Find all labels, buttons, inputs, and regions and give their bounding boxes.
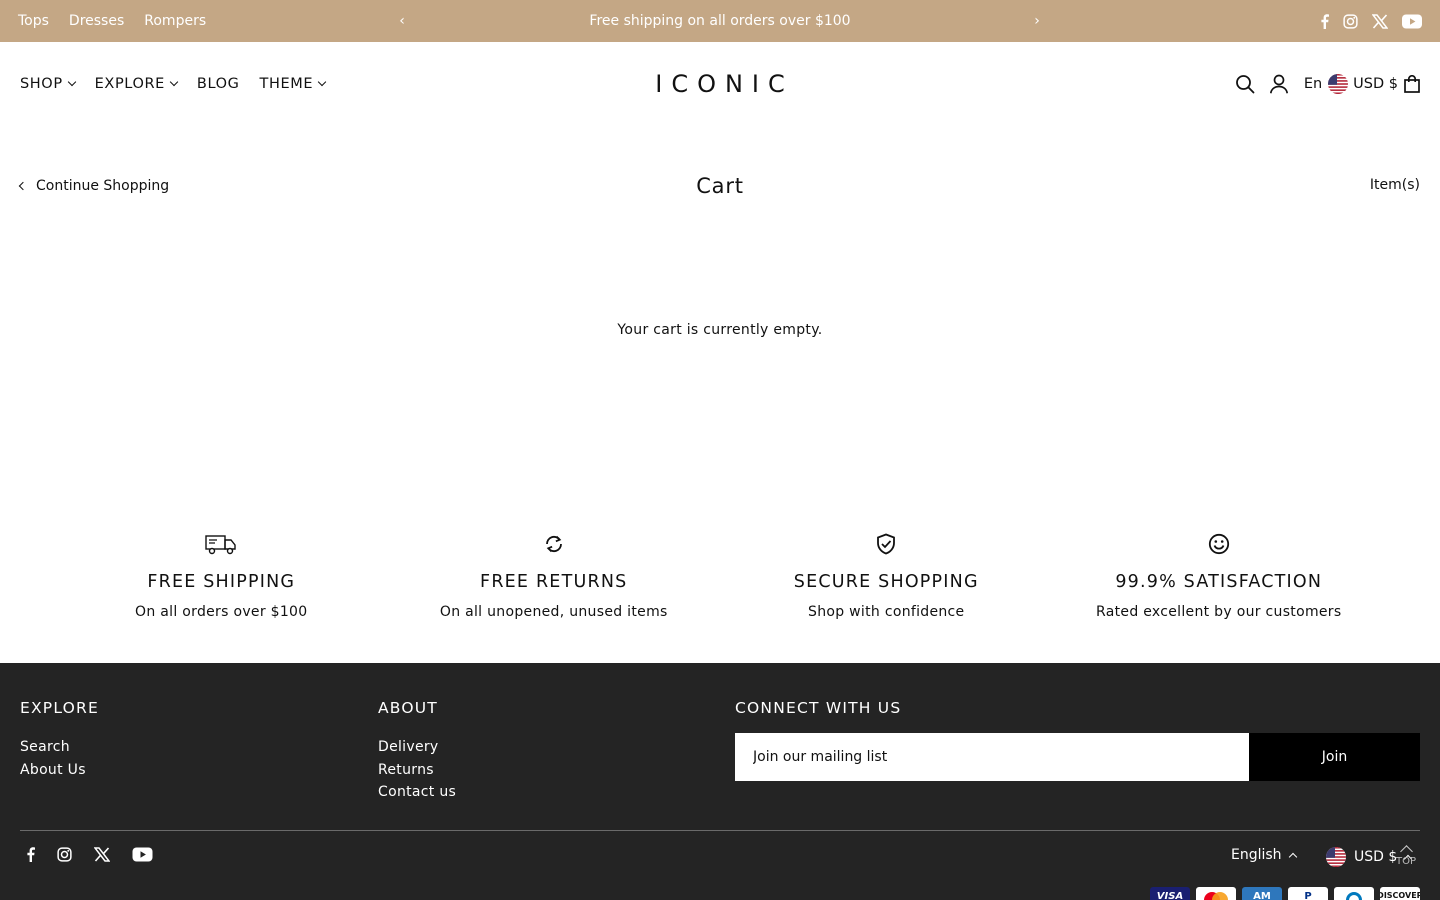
footer-link-delivery[interactable]: Delivery [378, 736, 456, 759]
feature-free-returns: FREE RETURNS On all unopened, unused ite… [388, 530, 721, 640]
feature-title: FREE SHIPPING [147, 572, 296, 592]
feature-secure-shopping: SECURE SHOPPING Shop with confidence [720, 530, 1053, 640]
footer-link-returns[interactable]: Returns [378, 759, 456, 782]
feature-subtitle: Shop with confidence [808, 604, 965, 620]
cart-header: Continue Shopping Cart Item(s) [0, 160, 1440, 216]
footer-divider [20, 830, 1420, 831]
feature-free-shipping: FREE SHIPPING On all orders over $100 [55, 530, 388, 640]
us-flag-icon [1328, 74, 1349, 94]
feature-title: SECURE SHOPPING [793, 572, 979, 592]
feature-title: FREE RETURNS [480, 572, 628, 592]
topbar-social-links [1320, 0, 1422, 42]
discover-icon: DISCOVER [1380, 887, 1420, 900]
x-twitter-icon[interactable] [1372, 13, 1388, 29]
store-features: FREE SHIPPING On all orders over $100 FR… [0, 530, 1440, 640]
quick-link-tops[interactable]: Tops [18, 13, 49, 29]
instagram-icon[interactable] [57, 847, 72, 866]
search-icon[interactable] [1235, 74, 1255, 94]
feature-subtitle: On all unopened, unused items [439, 604, 668, 620]
footer-connect: CONNECT WITH US [735, 699, 901, 736]
feature-satisfaction: 99.9% SATISFACTION Rated excellent by ou… [1053, 530, 1386, 640]
feature-subtitle: Rated excellent by our customers [1096, 604, 1342, 620]
amex-icon: AM [1242, 887, 1282, 900]
footer-language-selector[interactable]: English [1231, 847, 1297, 863]
footer-about: ABOUT Delivery Returns Contact us [378, 699, 456, 804]
footer-link-search[interactable]: Search [20, 736, 99, 759]
footer-explore: EXPLORE Search About Us [20, 699, 99, 781]
youtube-icon[interactable] [132, 847, 153, 866]
page-title: Cart [696, 174, 744, 198]
newsletter-form: Join [735, 733, 1420, 781]
shield-check-icon [720, 530, 1053, 558]
site-header: SHOP EXPLORE BLOG THEME ICONIC En USD $ [0, 42, 1440, 126]
announcement-text: Free shipping on all orders over $100 [589, 13, 851, 29]
shopping-bag-icon[interactable] [1404, 75, 1420, 93]
quick-links: Tops Dresses Rompers [18, 0, 206, 42]
footer-link-about-us[interactable]: About Us [20, 759, 99, 782]
site-logo[interactable]: ICONIC [0, 70, 1440, 98]
footer-heading-connect: CONNECT WITH US [735, 699, 902, 717]
facebook-icon[interactable] [1320, 13, 1329, 29]
mastercard-icon [1196, 887, 1236, 900]
feature-title: 99.9% SATISFACTION [1115, 572, 1323, 592]
footer-heading-explore: EXPLORE [20, 699, 100, 717]
announcement-bar: Tops Dresses Rompers ‹ Free shipping on … [0, 0, 1440, 42]
currency-selector[interactable]: USD $ [1353, 76, 1398, 92]
quick-link-rompers[interactable]: Rompers [144, 13, 206, 29]
smiley-icon [1053, 530, 1386, 558]
x-twitter-icon[interactable] [93, 847, 111, 866]
newsletter-join-button[interactable]: Join [1249, 733, 1420, 781]
footer-language-label: English [1231, 847, 1282, 863]
account-icon[interactable] [1269, 74, 1289, 94]
footer-heading-about: ABOUT [378, 699, 438, 717]
instagram-icon[interactable] [1343, 13, 1358, 29]
visa-icon: VISA [1150, 887, 1190, 900]
newsletter-email-input[interactable] [735, 733, 1249, 781]
truck-icon [55, 530, 388, 558]
payment-methods: VISA AM P DISCOVER [1150, 887, 1420, 900]
footer-social-links [26, 847, 153, 866]
feature-subtitle: On all orders over $100 [135, 604, 308, 620]
us-flag-icon [1326, 847, 1346, 867]
facebook-icon[interactable] [26, 847, 35, 866]
site-footer: EXPLORE Search About Us ABOUT Delivery R… [0, 663, 1440, 900]
back-to-top-button[interactable]: TOP [1392, 841, 1420, 875]
language-selector[interactable]: En [1304, 76, 1322, 92]
paypal-icon: P [1288, 887, 1328, 900]
diners-club-icon [1334, 887, 1374, 900]
refresh-icon [388, 530, 721, 558]
empty-cart-message: Your cart is currently empty. [617, 322, 823, 338]
chevron-up-icon [1288, 852, 1297, 862]
footer-link-contact[interactable]: Contact us [378, 781, 456, 804]
youtube-icon[interactable] [1402, 14, 1422, 29]
announcement-prev-button[interactable]: ‹ [392, 0, 412, 42]
cart-item-count: Item(s) [1369, 177, 1420, 193]
footer-currency-label: USD $ [1354, 849, 1398, 865]
quick-link-dresses[interactable]: Dresses [69, 13, 124, 29]
announcement-next-button[interactable]: › [1027, 0, 1047, 42]
header-actions: En USD $ [1235, 42, 1420, 126]
